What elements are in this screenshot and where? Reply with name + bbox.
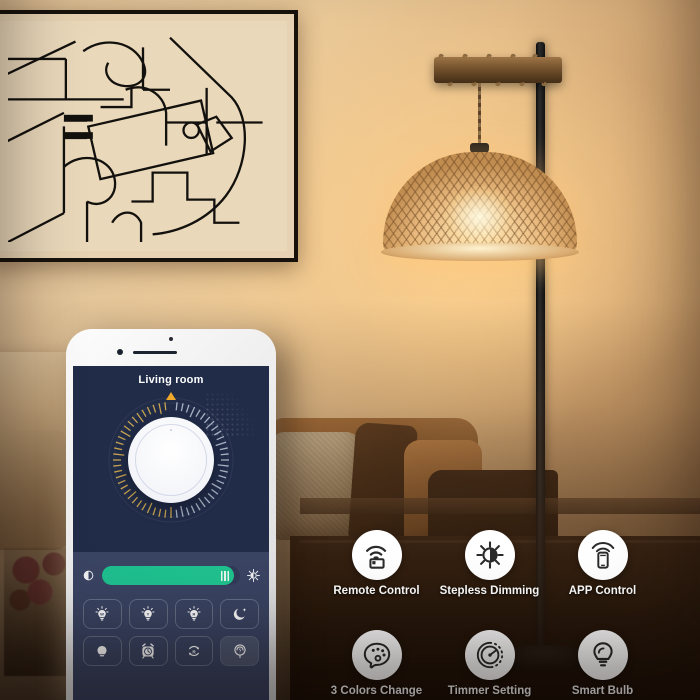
dim-high-icon[interactable] [247,569,260,582]
svg-text:R: R [192,611,195,616]
preset-warm-white-bulb[interactable]: W [83,599,122,629]
feature-icon-circle [464,630,515,680]
feature-timmer-setting[interactable]: Timmer Setting [433,630,546,697]
earpiece-speaker [133,351,177,354]
brightness-slider[interactable] [102,566,240,585]
feature-row-2: 3 Colors Change Timmer Setting Smart Bul… [320,630,700,697]
feature-icon-circle [577,530,628,580]
smart-bulb-icon [592,642,613,667]
half-bulb-icon [97,646,107,657]
bulb-glow [443,186,515,248]
timer-button[interactable] [128,636,168,666]
bulb-y-icon: Y [141,606,155,621]
lamp-shade-rim [381,243,579,261]
preset-rgb-bulb[interactable]: R [174,599,214,629]
feature-label: 3 Colors Change [330,685,423,697]
feature-icon-circle [351,630,402,680]
feature-3-colors-change[interactable]: 3 Colors Change [320,630,433,697]
sun-dimming-icon [475,541,504,569]
feature-label: Stepless Dimming [439,585,540,597]
dial-knob-dot [170,429,172,431]
alarm-clock-icon [142,643,154,659]
color-cycle-icon: R [188,645,199,657]
phone-screen: Living room W Y R R [73,366,269,700]
controls-panel: W Y R R [73,552,269,700]
brightness-dial[interactable] [105,392,237,526]
proximity-sensor-icon [117,349,123,355]
lamp-hanging-cord [478,83,481,145]
signal-broadcast-icon [233,644,246,659]
slider-handle[interactable] [221,570,230,581]
lamp-arm-rope-wrap [434,52,562,88]
front-camera-icon [169,337,173,341]
color-cycle-button[interactable]: R [174,636,214,666]
feature-label: Timmer Setting [447,685,532,697]
feature-icon-circle [351,530,402,580]
signal-pairing-button[interactable] [220,636,259,666]
scene-root: Living room W Y R R Remote Control Stepl… [0,0,700,700]
feature-icon-circle [577,630,628,680]
color-palette-icon [363,642,390,669]
feature-remote-control[interactable]: Remote Control [320,530,433,597]
feature-icon-circle [464,530,515,580]
preset-yellow-bulb[interactable]: Y [128,599,168,629]
feature-row-1: Remote Control Stepless Dimming APP Cont… [320,530,700,597]
phone-top-bezel [73,329,269,363]
feature-stepless-dimming[interactable]: Stepless Dimming [433,530,546,597]
bulb-r-icon: R [187,606,201,621]
dial-pointer-icon [166,392,176,400]
smartphone: Living room W Y R R [66,329,276,700]
timer-clock-icon [476,641,503,669]
feature-label: Remote Control [333,585,420,597]
feature-label: Smart Bulb [571,685,634,697]
half-brightness-button[interactable] [83,636,122,666]
svg-text:Y: Y [147,611,150,616]
remote-control-icon [365,545,386,569]
feature-label: APP Control [568,585,637,597]
brightness-slider-row [73,552,269,585]
dim-low-icon[interactable] [82,569,95,582]
bulb-w-icon: W [95,606,109,621]
artwork-lines [8,30,278,242]
framed-artwork [0,10,298,262]
dial-area [73,386,269,536]
preset-button-grid: W Y R R [73,585,269,666]
feature-smart-bulb[interactable]: Smart Bulb [546,630,659,697]
phone-signal-icon [591,541,614,569]
feature-badges: Remote Control Stepless Dimming APP Cont… [320,530,700,700]
moon-star-icon [233,608,246,620]
slider-fill [102,566,235,585]
svg-text:W: W [100,611,104,616]
dial-knob[interactable] [128,417,214,503]
app-room-title: Living room [138,374,204,386]
night-mode-button[interactable] [220,599,259,629]
svg-text:R: R [192,649,196,654]
feature-app-control[interactable]: APP Control [546,530,659,597]
